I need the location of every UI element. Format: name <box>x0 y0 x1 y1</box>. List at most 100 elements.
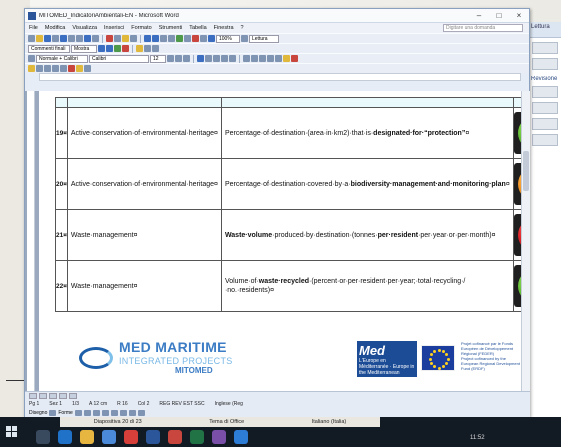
area-cell[interactable]: Waste·management¤ <box>66 209 222 261</box>
accept-change-icon[interactable] <box>114 45 121 52</box>
close-button[interactable]: × <box>509 11 529 20</box>
document-map-icon[interactable] <box>200 35 207 42</box>
line-spacing-icon[interactable] <box>229 55 236 62</box>
bullets-icon[interactable] <box>251 55 258 62</box>
start-button-icon[interactable] <box>6 426 18 438</box>
insert-table-icon[interactable] <box>52 65 59 72</box>
eraser-icon[interactable] <box>36 65 43 72</box>
document-page[interactable]: 19¤ Active·conservation·of·environmental·… <box>39 91 521 391</box>
traffic-light-cell[interactable] <box>512 107 521 159</box>
indicator-cell[interactable]: Volume·of·waste·recycled·(percent·or·per… <box>220 260 514 312</box>
permission-icon[interactable] <box>52 35 59 42</box>
shading-icon[interactable] <box>76 65 83 72</box>
border-icon[interactable] <box>275 55 282 62</box>
outlook-taskbar-icon[interactable] <box>234 430 248 444</box>
email-icon[interactable] <box>60 35 67 42</box>
bold-icon[interactable] <box>167 55 174 62</box>
table-row[interactable]: 19¤ Active·conservation·of·environmental·… <box>55 107 521 159</box>
new-comment-icon[interactable] <box>136 45 143 52</box>
align-right-icon[interactable] <box>213 55 220 62</box>
new-icon[interactable] <box>28 35 35 42</box>
traffic-light-cell[interactable] <box>512 209 521 261</box>
previous-change-icon[interactable] <box>98 45 105 52</box>
underline-icon[interactable] <box>183 55 190 62</box>
redo-icon[interactable] <box>152 35 159 42</box>
increase-indent-icon[interactable] <box>267 55 274 62</box>
area-cell[interactable]: Active·conservation·of·environmental·her… <box>66 158 222 210</box>
print-view-button[interactable] <box>49 393 57 399</box>
table-tool-icon[interactable] <box>28 65 35 72</box>
print-icon[interactable] <box>68 35 75 42</box>
reading-button[interactable]: Lettura <box>249 34 279 43</box>
fill-color-icon[interactable] <box>119 409 127 416</box>
numbering-icon[interactable] <box>243 55 250 62</box>
scrollbar-thumb[interactable] <box>523 151 529 191</box>
web-view-button[interactable] <box>39 393 47 399</box>
horizontal-ruler[interactable] <box>39 73 521 81</box>
vertical-ruler[interactable] <box>27 91 35 391</box>
line-color-icon[interactable] <box>128 409 136 416</box>
justify-icon[interactable] <box>221 55 228 62</box>
save-icon[interactable] <box>44 35 51 42</box>
format-painter-icon[interactable] <box>130 35 137 42</box>
select-objects-icon[interactable] <box>49 409 57 416</box>
indicator-cell[interactable]: Waste·volume·produced·by·destination·(to… <box>220 209 514 261</box>
menu-table[interactable]: Tabella <box>189 25 206 31</box>
reviewing-pane-icon[interactable] <box>152 45 159 52</box>
normal-view-button[interactable] <box>29 393 37 399</box>
table-row[interactable]: 20¤ Active·conservation·of·environmental·… <box>55 158 521 210</box>
background-window[interactable]: Lettura Revisione <box>528 22 561 417</box>
autoshapes-menu[interactable]: Forme <box>58 410 72 416</box>
textbox-icon[interactable] <box>110 409 118 416</box>
next-change-icon[interactable] <box>106 45 113 52</box>
search-icon[interactable] <box>36 430 50 444</box>
menu-view[interactable]: Visualizza <box>72 25 97 31</box>
menu-file[interactable]: File <box>29 25 38 31</box>
open-icon[interactable] <box>36 35 43 42</box>
sort-icon[interactable] <box>84 65 91 72</box>
store-icon[interactable] <box>102 430 116 444</box>
indicator-cell[interactable]: Percentage·of·destination·(area·in·km2)·… <box>220 107 514 159</box>
columns-icon[interactable] <box>184 35 191 42</box>
excel-icon[interactable] <box>176 35 183 42</box>
edge-icon[interactable] <box>58 430 72 444</box>
comments-select[interactable]: Commenti finali <box>28 44 70 53</box>
reject-change-icon[interactable] <box>122 45 129 52</box>
area-cell[interactable]: Waste·management¤ <box>66 260 222 312</box>
outline-view-button[interactable] <box>59 393 67 399</box>
spelling-icon[interactable] <box>84 35 91 42</box>
research-icon[interactable] <box>92 35 99 42</box>
track-changes-icon[interactable] <box>144 45 151 52</box>
menu-tools[interactable]: Strumenti <box>159 25 183 31</box>
traffic-light-cell[interactable] <box>512 260 521 312</box>
arrow-icon[interactable] <box>83 409 91 416</box>
table-row[interactable]: 21¤ Waste·management¤ Waste·volume·produce… <box>55 209 521 261</box>
hyperlink-icon[interactable] <box>160 35 167 42</box>
split-cells-icon[interactable] <box>68 65 75 72</box>
indicator-cell[interactable]: Percentage·of·destination·covered·by·a·b… <box>220 158 514 210</box>
vertical-scrollbar[interactable] <box>521 91 530 391</box>
zoom-select[interactable]: 100% <box>216 34 240 43</box>
show-menu[interactable]: Mostra <box>71 44 97 53</box>
indicator-table[interactable]: 19¤ Active·conservation·of·environmental·… <box>55 97 521 312</box>
menu-window[interactable]: Finestra <box>214 25 234 31</box>
help-icon[interactable] <box>241 35 248 42</box>
row-number-cell[interactable]: 22¤ <box>55 260 68 312</box>
decrease-indent-icon[interactable] <box>259 55 266 62</box>
show-hide-icon[interactable] <box>208 35 215 42</box>
chrome-icon[interactable] <box>124 430 138 444</box>
style-select[interactable]: Normale + Calibri <box>36 54 88 63</box>
menu-insert[interactable]: Inserisci <box>104 25 124 31</box>
font-color-icon[interactable] <box>291 55 298 62</box>
excel-taskbar-icon[interactable] <box>190 430 204 444</box>
row-number-cell[interactable]: 20¤ <box>55 158 68 210</box>
preview-icon[interactable] <box>76 35 83 42</box>
menu-help[interactable]: ? <box>241 25 244 31</box>
merge-cells-icon[interactable] <box>60 65 67 72</box>
table-row[interactable]: 22¤ Waste·management¤ Volume·of·waste·recy… <box>55 260 521 312</box>
menu-edit[interactable]: Modifica <box>45 25 65 31</box>
table-icon[interactable] <box>168 35 175 42</box>
font-select[interactable]: Calibri <box>89 54 149 63</box>
highlight-icon[interactable] <box>283 55 290 62</box>
rectangle-icon[interactable] <box>92 409 100 416</box>
